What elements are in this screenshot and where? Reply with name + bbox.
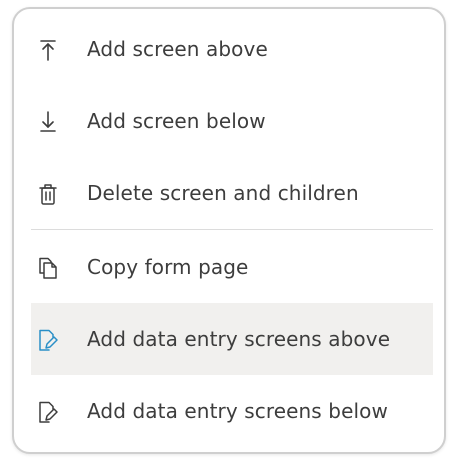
page-edit-icon [38, 401, 58, 423]
trash-icon [38, 183, 58, 205]
menu-item-label: Add screen below [87, 109, 266, 133]
menu-item-label: Add data entry screens below [87, 399, 388, 423]
menu-item-delete-screen-and-children[interactable]: Delete screen and children [31, 157, 433, 229]
menu-divider [31, 229, 433, 230]
menu-item-add-screen-below[interactable]: Add screen below [31, 85, 433, 157]
copy-page-icon [38, 257, 58, 279]
context-menu: Add screen above Add screen below Delete… [12, 7, 446, 454]
arrow-up-to-line-icon [38, 39, 58, 61]
menu-item-add-data-entry-screens-below[interactable]: Add data entry screens below [31, 375, 433, 447]
menu-item-label: Add data entry screens above [87, 327, 391, 351]
menu-item-copy-form-page[interactable]: Copy form page [31, 231, 433, 303]
menu-item-label: Delete screen and children [87, 181, 359, 205]
menu-item-add-data-entry-screens-above[interactable]: Add data entry screens above [31, 303, 433, 375]
page-edit-icon [38, 329, 58, 351]
menu-item-add-screen-above[interactable]: Add screen above [31, 13, 433, 85]
menu-item-label: Copy form page [87, 255, 249, 279]
menu-item-label: Add screen above [87, 37, 268, 61]
arrow-down-to-line-icon [38, 111, 58, 133]
